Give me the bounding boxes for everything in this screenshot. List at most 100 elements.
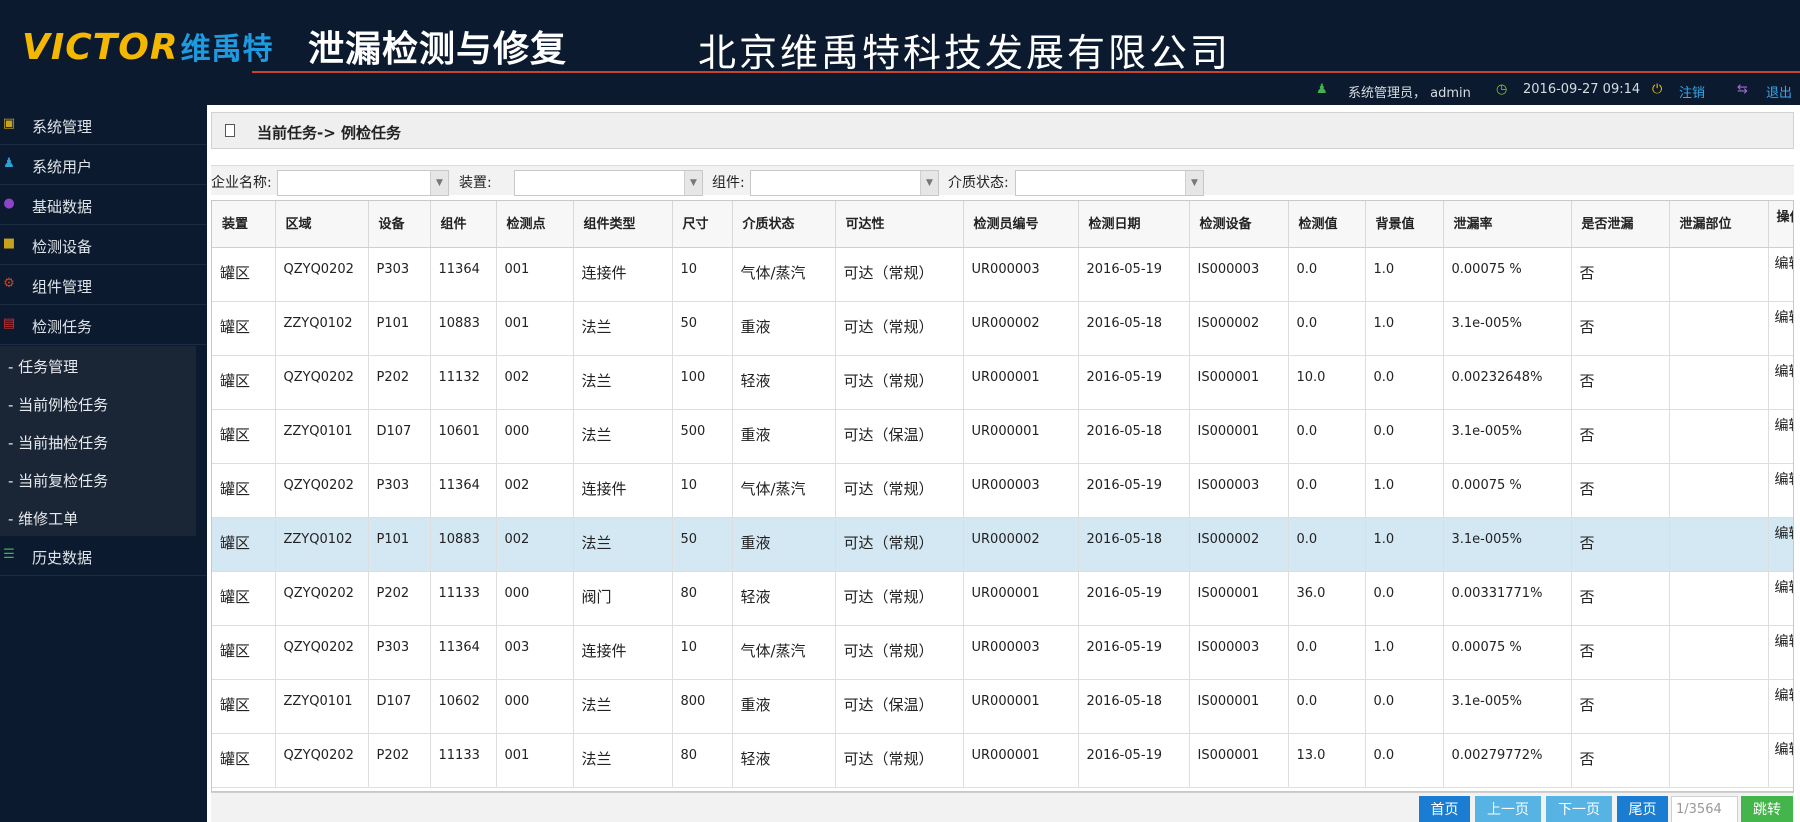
sidebar-subitem-current-routine-task[interactable]: - 当前例检任务	[0, 384, 196, 422]
table-row[interactable]: 罐区 QZYQ0202 P303 11364 002 连接件 10 气体/蒸汽 可达（常规） UR…	[212, 463, 1793, 518]
table-cell: IS000001	[1189, 355, 1289, 410]
table-cell: 否	[1571, 247, 1670, 302]
sidebar-item-history-data[interactable]: ☰ 历史数据	[0, 536, 207, 576]
table-cell: P303	[368, 463, 431, 518]
sidebar-subitem-current-recheck-task[interactable]: - 当前复检任务	[0, 460, 196, 498]
column-header[interactable]: 检测值	[1288, 201, 1366, 248]
table-cell: QZYQ0202	[275, 571, 369, 626]
table-cell: 重液	[732, 409, 836, 464]
prev-page-button[interactable]: 上一页	[1475, 796, 1541, 822]
table-row[interactable]: 罐区 QZYQ0202 P202 11133 001 法兰 80 轻液 可达（常规） UR0000…	[212, 733, 1793, 788]
cogs-icon: ⚙	[3, 276, 15, 291]
column-header[interactable]: 介质状态	[732, 201, 836, 248]
column-header[interactable]: 操作	[1768, 201, 1793, 248]
sidebar-subitem-task-management[interactable]: - 任务管理	[0, 346, 196, 384]
column-header[interactable]: 设备	[368, 201, 431, 248]
company-select[interactable]: ▼	[277, 170, 449, 196]
table-cell	[1669, 463, 1769, 518]
table-row[interactable]: 罐区 ZZYQ0102 P101 10883 002 法兰 50 重液 可达（常规） UR0000…	[212, 517, 1793, 572]
edit-link[interactable]: 编辑	[1768, 463, 1793, 518]
column-header[interactable]: 检测点	[496, 201, 574, 248]
table-row[interactable]: 罐区 QZYQ0202 P303 11364 003 连接件 10 气体/蒸汽 可达（常规） UR…	[212, 625, 1793, 680]
table-row[interactable]: 罐区 QZYQ0202 P202 11132 002 法兰 100 轻液 可达（常规） UR000…	[212, 355, 1793, 410]
table-row[interactable]: 罐区 ZZYQ0101 D107 10602 000 法兰 800 重液 可达（保温） UR000…	[212, 679, 1793, 734]
sidebar-subitem-current-sample-task[interactable]: - 当前抽检任务	[0, 422, 196, 460]
table-cell	[1669, 517, 1769, 572]
table-row[interactable]: 罐区 QZYQ0202 P202 11133 000 阀门 80 轻液 可达（常规） UR0000…	[212, 571, 1793, 626]
sidebar-item-detection-task[interactable]: ▤ 检测任务	[0, 305, 207, 345]
edit-link[interactable]: 编辑	[1768, 409, 1793, 464]
table-cell: 000	[496, 679, 574, 734]
first-page-button[interactable]: 首页	[1419, 796, 1470, 822]
table-cell: 2016-05-19	[1078, 247, 1190, 302]
column-header[interactable]: 检测设备	[1189, 201, 1289, 248]
column-header[interactable]: 泄漏率	[1443, 201, 1572, 248]
logout-link[interactable]: 注销	[1679, 82, 1705, 101]
column-header[interactable]: 可达性	[835, 201, 964, 248]
logo-text: VICTOR	[22, 27, 179, 68]
breadcrumb-text: 当前任务-> 例检任务	[257, 124, 402, 142]
task-table: 装置 区域 设备 组件 检测点 组件类型 尺寸 介质状态 可达性 检测员编号 检…	[211, 200, 1794, 792]
column-header[interactable]: 检测日期	[1078, 201, 1190, 248]
table-row[interactable]: 罐区 ZZYQ0101 D107 10601 000 法兰 500 重液 可达（保温） UR000…	[212, 409, 1793, 464]
sidebar-item-system-users[interactable]: ♟ 系统用户	[0, 145, 207, 185]
breadcrumb: 当前任务-> 例检任务	[211, 112, 1794, 149]
power-icon[interactable]: ⏻	[1652, 82, 1662, 97]
top-header: VICTOR维禹特 泄漏检测与修复 北京维禹特科技发展有限公司	[0, 0, 1800, 75]
table-cell: IS000001	[1189, 679, 1289, 734]
sidebar-item-basic-data[interactable]: ● 基础数据	[0, 185, 207, 225]
column-header[interactable]: 尺寸	[672, 201, 733, 248]
edit-link[interactable]: 编辑	[1768, 301, 1793, 356]
table-row[interactable]: 罐区 ZZYQ0102 P101 10883 001 法兰 50 重液 可达（常规） UR0000…	[212, 301, 1793, 356]
filter-label-medium-state: 介质状态:	[948, 175, 1009, 191]
table-cell: 否	[1571, 733, 1670, 788]
sidebar-subitem-repair-order[interactable]: - 维修工单	[0, 498, 196, 536]
edit-link[interactable]: 编辑	[1768, 733, 1793, 788]
table-cell: IS000001	[1189, 571, 1289, 626]
edit-link[interactable]: 编辑	[1768, 247, 1793, 302]
table-cell: 000	[496, 571, 574, 626]
unit-select[interactable]: ▼	[514, 170, 703, 196]
table-cell	[1669, 355, 1769, 410]
edit-link[interactable]: 编辑	[1768, 679, 1793, 734]
table-cell: 11364	[430, 463, 497, 518]
column-header[interactable]: 泄漏部位	[1669, 201, 1769, 248]
edit-link[interactable]: 编辑	[1768, 517, 1793, 572]
column-header[interactable]: 是否泄漏	[1571, 201, 1670, 248]
filter-label-component: 组件:	[712, 175, 745, 191]
table-cell: IS000001	[1189, 409, 1289, 464]
table-row[interactable]: 罐区 QZYQ0202 P303 11364 001 连接件 10 气体/蒸汽 可达（常规） UR…	[212, 247, 1793, 302]
exit-icon[interactable]: ⇆	[1737, 82, 1748, 97]
sidebar-item-component-management[interactable]: ⚙ 组件管理	[0, 265, 207, 305]
table-cell: 气体/蒸汽	[732, 625, 836, 680]
table-cell: 80	[672, 733, 733, 788]
next-page-button[interactable]: 下一页	[1546, 796, 1612, 822]
column-header[interactable]: 区域	[275, 201, 369, 248]
column-header[interactable]: 检测员编号	[963, 201, 1079, 248]
exit-link[interactable]: 退出	[1766, 82, 1792, 101]
column-header[interactable]: 组件类型	[573, 201, 673, 248]
edit-link[interactable]: 编辑	[1768, 625, 1793, 680]
table-cell: 1.0	[1365, 517, 1444, 572]
column-header[interactable]: 背景值	[1365, 201, 1444, 248]
page-number-input[interactable]: 1/3564	[1671, 796, 1738, 822]
medium-state-select[interactable]: ▼	[1015, 170, 1204, 196]
table-cell: 重液	[732, 301, 836, 356]
chevron-down-icon[interactable]: ▼	[684, 171, 702, 195]
column-header[interactable]: 组件	[430, 201, 497, 248]
component-select[interactable]: ▼	[750, 170, 939, 196]
chevron-down-icon[interactable]: ▼	[1185, 171, 1203, 195]
sidebar-item-system-admin[interactable]: ▣ 系统管理	[0, 105, 207, 145]
table-cell: ZZYQ0101	[275, 679, 369, 734]
chevron-down-icon[interactable]: ▼	[920, 171, 938, 195]
table-cell: 否	[1571, 517, 1670, 572]
last-page-button[interactable]: 尾页	[1617, 796, 1668, 822]
edit-link[interactable]: 编辑	[1768, 355, 1793, 410]
sidebar-item-detection-equipment[interactable]: ■ 检测设备	[0, 225, 207, 265]
go-to-page-button[interactable]: 跳转	[1741, 796, 1793, 822]
table-cell: 2016-05-18	[1078, 517, 1190, 572]
chevron-down-icon[interactable]: ▼	[430, 171, 448, 195]
column-header[interactable]: 装置	[212, 201, 276, 248]
table-cell: 罐区	[212, 679, 276, 734]
edit-link[interactable]: 编辑	[1768, 571, 1793, 626]
